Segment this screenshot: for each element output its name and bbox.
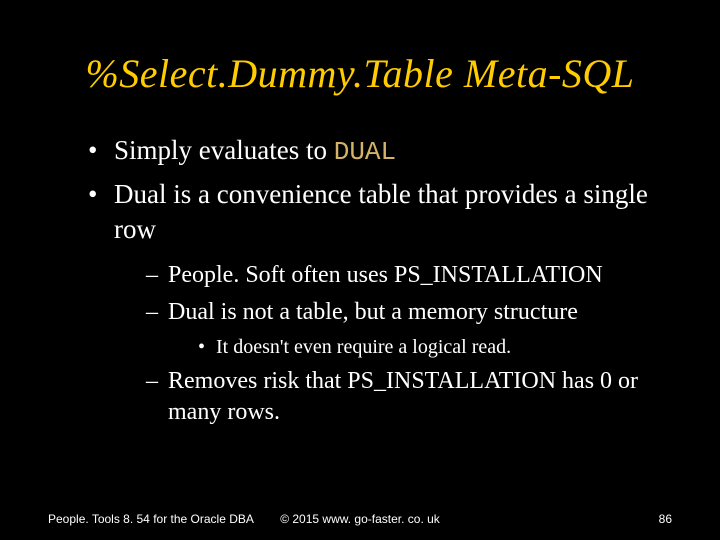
footer-center: © 2015 www. go-faster. co. uk	[256, 512, 464, 526]
bullet2-text: Dual is a convenience table that provide…	[114, 179, 648, 244]
bullet1-text: Simply evaluates to	[114, 135, 334, 165]
sub-item-2: Dual is not a table, but a memory struct…	[146, 297, 672, 360]
bullet-list-level3: It doesn't even require a logical read.	[168, 334, 672, 360]
bullet1-code: DUAL	[334, 137, 396, 167]
slide-title: %Select.Dummy.Table Meta-SQL	[48, 50, 672, 97]
sub-item-3: Removes risk that PS_INSTALLATION has 0 …	[146, 366, 672, 427]
subsub1-text: It doesn't even require a logical read.	[216, 336, 511, 358]
sub1-text: People. Soft often uses PS_INSTALLATION	[168, 262, 603, 288]
footer-page-number: 86	[464, 512, 672, 526]
sub2-text: Dual is not a table, but a memory struct…	[168, 299, 578, 325]
bullet-item-1: Simply evaluates to DUAL	[88, 133, 672, 169]
subsub-item-1: It doesn't even require a logical read.	[198, 334, 672, 360]
bullet-list-level2: People. Soft often uses PS_INSTALLATION …	[114, 260, 672, 427]
sub3-text: Removes risk that PS_INSTALLATION has 0 …	[168, 368, 638, 425]
bullet-list-level1: Simply evaluates to DUAL Dual is a conve…	[48, 133, 672, 427]
footer: People. Tools 8. 54 for the Oracle DBA ©…	[0, 512, 720, 526]
bullet-item-2: Dual is a convenience table that provide…	[88, 177, 672, 427]
sub-item-1: People. Soft often uses PS_INSTALLATION	[146, 260, 672, 291]
footer-left: People. Tools 8. 54 for the Oracle DBA	[48, 512, 256, 526]
slide: %Select.Dummy.Table Meta-SQL Simply eval…	[0, 0, 720, 540]
